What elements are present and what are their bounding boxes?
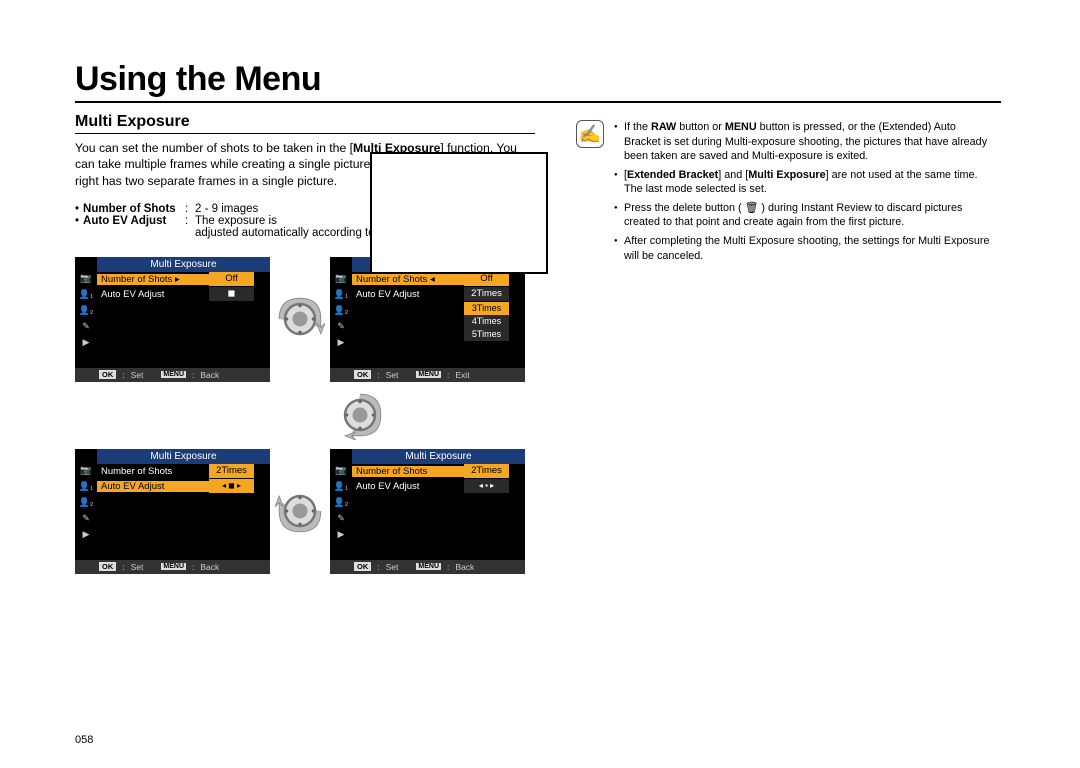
menu-row-shots-open: Number of Shots ◂ Off [352,272,525,287]
intro-pre: You can set the number of shots to be ta… [75,141,353,155]
lcd-screen-4: 📷 👤₁ 👤₂ ✎ ▶ Multi Exposure Number of Sho… [75,449,270,574]
lcd-screen-1: 📷 👤₁ 👤₂ ✎ ▶ Multi Exposure Number of Sho… [75,257,270,382]
arrow-down-dial [330,385,390,445]
arrow-left-dial [270,481,330,541]
dial-down-icon [335,390,385,440]
page-title: Using the Menu [75,60,1001,103]
dial-left-icon [275,486,325,536]
lcd-grid: 📷 👤₁ 👤₂ ✎ ▶ Multi Exposure Number of Sho… [75,249,535,581]
preview-frame [370,152,548,274]
arrow-right-dial [270,289,330,349]
note-1: If the RAW button or MENU button is pres… [614,120,994,164]
note-3: Press the delete button ( 🗑 ) during Ins… [614,201,994,230]
note-list: If the RAW button or MENU button is pres… [614,120,994,267]
camera-icon: 📷 [77,273,95,287]
option-5: 5Times [464,328,509,341]
menu-row-ev: Auto EV Adjust ◼ [97,287,270,302]
section-heading: Multi Exposure [75,113,535,134]
note-icon: ✍ [576,120,604,148]
user2-icon: 👤₂ [77,305,95,319]
spec2-label: Auto EV Adjust [83,215,166,227]
lcd-screen-2: 📷 👤₁ 👤₂ ✎ ▶ Multi Exposure Number of Sho… [330,257,525,382]
lcd-footer: OK : Set MENU : Back [75,368,270,382]
page-number: 058 [75,734,93,746]
ok-badge: OK [99,370,116,379]
play-icon: ▶ [77,337,95,351]
dropdown-options: 3Times 4Times 5Times [352,302,525,341]
note-2: [Extended Bracket] and [Multi Exposure] … [614,168,994,197]
lcd-side-icons: 📷 👤₁ 👤₂ ✎ ▶ [75,271,97,353]
option-3: 3Times [464,302,509,315]
lcd-title: Multi Exposure [97,257,270,272]
menu-badge: MENU [161,371,186,378]
user1-icon: 👤₁ [77,289,95,303]
note-4: After completing the Multi Exposure shoo… [614,234,994,263]
spec1-label: Number of Shots [83,203,176,215]
menu-row-shots: Number of Shots ▸ Off [97,272,270,287]
option-4: 4Times [464,315,509,328]
dial-right-icon [275,294,325,344]
note-box: ✍ If the RAW button or MENU button is pr… [575,113,995,268]
lcd-screen-3: 📷 👤₁ 👤₂ ✎ ▶ Multi Exposure Number of Sho… [330,449,525,574]
edit-icon: ✎ [77,321,95,335]
